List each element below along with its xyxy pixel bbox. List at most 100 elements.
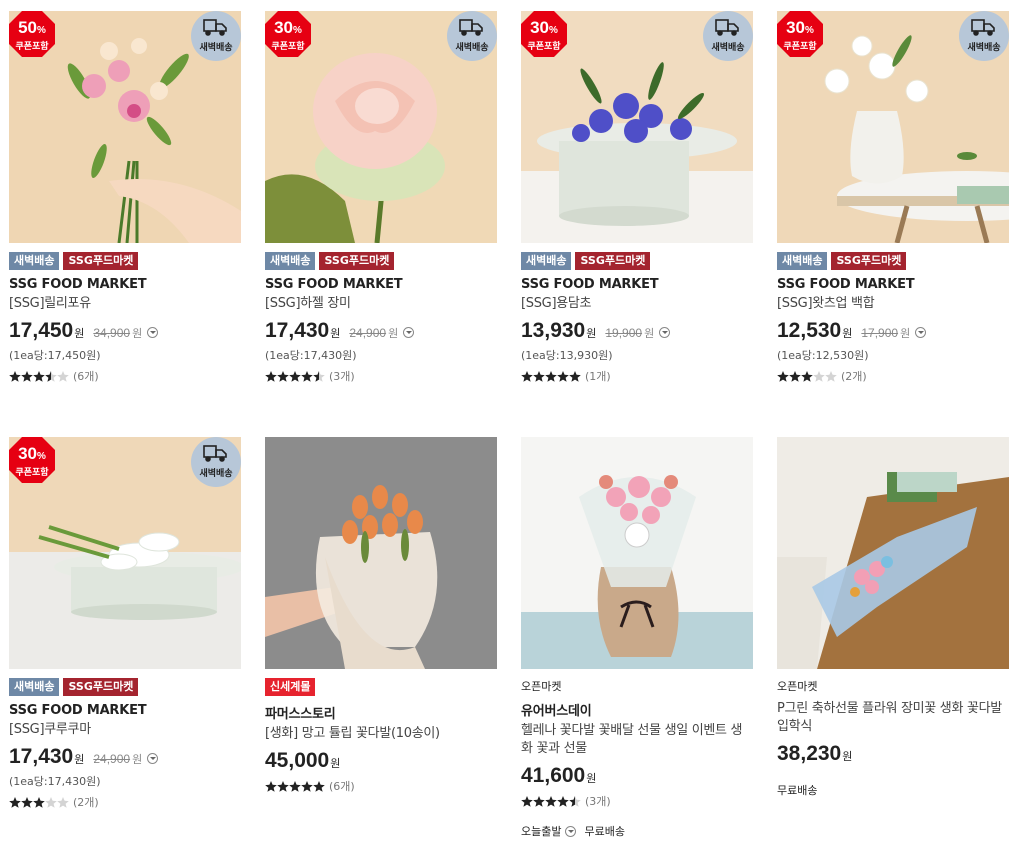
- brand-name[interactable]: 파머스스토리: [265, 703, 497, 722]
- product-name[interactable]: [SSG]쿠루쿠마: [9, 721, 241, 739]
- unit-price: (1ea당:17,430원): [9, 775, 101, 788]
- star-rating: [9, 370, 69, 382]
- star-icon: [301, 780, 313, 792]
- price-info-icon[interactable]: [403, 327, 415, 338]
- product-name[interactable]: 헬레나 꽃다발 꽃배달 선물 생일 이벤트 생화 꽃과 선물: [521, 722, 753, 758]
- product-image[interactable]: 30% 쿠폰포함 새벽배송: [265, 11, 497, 243]
- rating: (6개): [9, 368, 241, 384]
- open-market-label: 오픈마켓: [777, 680, 818, 693]
- dawn-delivery-tag: 새벽배송: [9, 678, 60, 696]
- coupon-badge: 30% 쿠폰포함: [265, 11, 311, 57]
- coupon-badge: 50% 쿠폰포함: [9, 11, 55, 57]
- open-market-label: 오픈마켓: [521, 680, 562, 693]
- star-icon: [277, 370, 289, 382]
- original-price: 17,900: [861, 326, 899, 340]
- product-card[interactable]: 오픈마켓 P그린 축하선물 플라워 장미꽃 생화 꽃다발 입학식 38,230 원…: [777, 437, 1009, 798]
- free-shipping-label: 무료배송: [584, 825, 625, 838]
- star-icon: [57, 370, 69, 382]
- star-icon: [45, 370, 57, 382]
- star-rating: [521, 795, 581, 807]
- star-icon: [289, 780, 301, 792]
- sale-price: 17,450: [9, 319, 74, 342]
- product-image[interactable]: [777, 437, 1009, 669]
- coupon-badge: 30% 쿠폰포함: [9, 437, 55, 483]
- sale-price: 38,230: [777, 742, 842, 765]
- product-name[interactable]: [SSG]릴리포유: [9, 295, 241, 313]
- star-rating: [9, 796, 69, 808]
- shinsegae-mall-tag: 신세계몰: [265, 678, 316, 696]
- brand-name[interactable]: SSG FOOD MARKET: [265, 277, 497, 292]
- star-icon: [313, 780, 325, 792]
- unit-price: (1ea당:12,530원): [777, 349, 869, 362]
- star-icon: [813, 370, 825, 382]
- product-image[interactable]: 30% 쿠폰포함 새벽배송: [521, 11, 753, 243]
- review-count: (6개): [329, 780, 355, 793]
- product-card[interactable]: 50% 쿠폰포함 새벽배송 새벽배송 SSG푸드마켓 SSG FOOD MARK…: [9, 11, 241, 384]
- review-count: (2개): [73, 796, 99, 809]
- product-image[interactable]: 50% 쿠폰포함 새벽배송: [9, 11, 241, 243]
- star-rating: [521, 370, 581, 382]
- dawn-delivery-tag: 새벽배송: [265, 252, 316, 270]
- ssg-food-market-tag: SSG푸드마켓: [831, 252, 907, 270]
- star-icon: [57, 796, 69, 808]
- product-image[interactable]: [521, 437, 753, 669]
- sale-price: 17,430: [9, 745, 74, 768]
- star-icon: [9, 370, 21, 382]
- star-icon: [789, 370, 801, 382]
- original-price: 34,900: [93, 326, 131, 340]
- original-price: 24,900: [93, 752, 131, 766]
- brand-name[interactable]: SSG FOOD MARKET: [9, 703, 241, 718]
- product-name[interactable]: [생화] 망고 튤립 꽃다발(10송이): [265, 725, 497, 743]
- rating: (1개): [521, 368, 753, 384]
- product-card[interactable]: 오픈마켓 유어버스데이 헬레나 꽃다발 꽃배달 선물 생일 이벤트 생화 꽃과 …: [521, 437, 753, 839]
- star-icon: [21, 796, 33, 808]
- star-icon: [545, 370, 557, 382]
- star-rating: [777, 370, 837, 382]
- review-count: (6개): [73, 370, 99, 383]
- original-price: 24,900: [349, 326, 387, 340]
- star-icon: [569, 795, 581, 807]
- price-info-icon[interactable]: [915, 327, 927, 338]
- star-icon: [521, 795, 533, 807]
- product-image[interactable]: 30% 쿠폰포함 새벽배송: [9, 437, 241, 669]
- free-shipping-label: 무료배송: [777, 784, 818, 797]
- unit-price: (1ea당:17,430원): [265, 349, 357, 362]
- star-icon: [21, 370, 33, 382]
- unit-price: (1ea당:17,450원): [9, 349, 101, 362]
- product-card[interactable]: 30% 쿠폰포함 새벽배송 새벽배송 SSG푸드마켓 SSG FOOD MARK…: [9, 437, 241, 810]
- price-info-icon[interactable]: [147, 327, 159, 338]
- sale-price: 45,000: [265, 749, 330, 772]
- star-icon: [521, 370, 533, 382]
- star-icon: [9, 796, 21, 808]
- dawn-delivery-badge: 새벽배송: [703, 11, 753, 61]
- product-name[interactable]: [SSG]용담초: [521, 295, 753, 313]
- original-price: 19,900: [605, 326, 643, 340]
- product-card[interactable]: 30% 쿠폰포함 새벽배송 새벽배송 SSG푸드마켓 SSG FOOD MARK…: [777, 11, 1009, 384]
- product-image[interactable]: 30% 쿠폰포함 새벽배송: [777, 11, 1009, 243]
- today-ship-info-icon[interactable]: [565, 825, 577, 837]
- dawn-delivery-badge: 새벽배송: [191, 11, 241, 61]
- star-icon: [777, 370, 789, 382]
- star-icon: [545, 795, 557, 807]
- dawn-delivery-badge: 새벽배송: [959, 11, 1009, 61]
- star-icon: [33, 370, 45, 382]
- price-info-icon[interactable]: [659, 327, 671, 338]
- review-count: (1개): [585, 370, 611, 383]
- product-card[interactable]: 신세계몰 파머스스토리 [생화] 망고 튤립 꽃다발(10송이) 45,000 원…: [265, 437, 497, 794]
- brand-name[interactable]: 유어버스데이: [521, 700, 753, 719]
- rating: (3개): [521, 793, 753, 809]
- brand-name[interactable]: SSG FOOD MARKET: [521, 277, 753, 292]
- star-icon: [569, 370, 581, 382]
- coupon-badge: 30% 쿠폰포함: [777, 11, 823, 57]
- product-card[interactable]: 30% 쿠폰포함 새벽배송 새벽배송 SSG푸드마켓 SSG FOOD MARK…: [521, 11, 753, 384]
- star-icon: [557, 370, 569, 382]
- product-image[interactable]: [265, 437, 497, 669]
- price-info-icon[interactable]: [147, 753, 159, 764]
- product-name[interactable]: [SSG]하젤 장미: [265, 295, 497, 313]
- review-count: (3개): [329, 370, 355, 383]
- product-name[interactable]: P그린 축하선물 플라워 장미꽃 생화 꽃다발 입학식: [777, 700, 1009, 736]
- brand-name[interactable]: SSG FOOD MARKET: [777, 277, 1009, 292]
- product-card[interactable]: 30% 쿠폰포함 새벽배송 새벽배송 SSG푸드마켓 SSG FOOD MARK…: [265, 11, 497, 384]
- brand-name[interactable]: SSG FOOD MARKET: [9, 277, 241, 292]
- product-name[interactable]: [SSG]왓츠업 백합: [777, 295, 1009, 313]
